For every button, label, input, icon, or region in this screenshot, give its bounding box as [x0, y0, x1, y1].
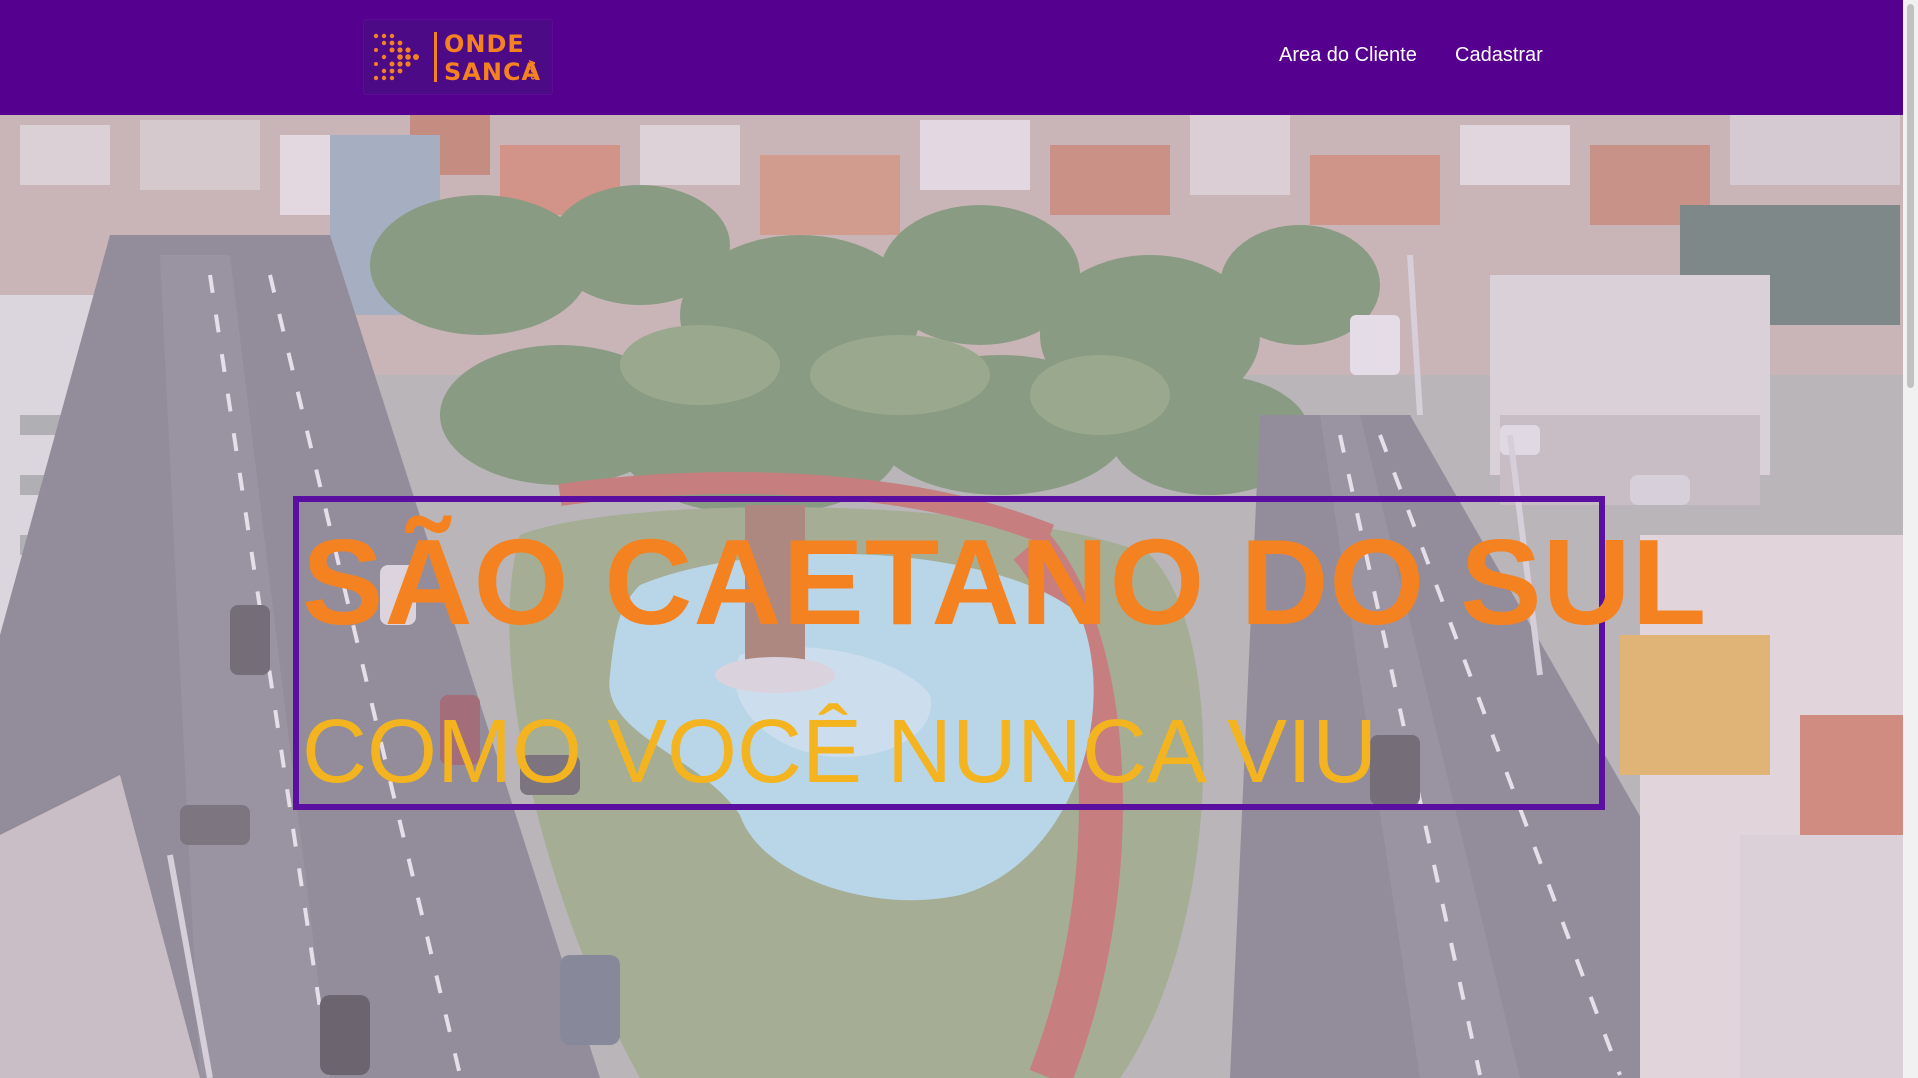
- page: ONDE SANCA APP Area do Cliente Cadastrar: [0, 0, 1918, 1078]
- logo-divider: [434, 32, 437, 82]
- site-header: ONDE SANCA APP Area do Cliente Cadastrar: [0, 0, 1903, 115]
- nav-link-client-area[interactable]: Area do Cliente: [1279, 44, 1417, 67]
- scrollbar-thumb[interactable]: [1907, 4, 1914, 388]
- onde-sanca-logo[interactable]: ONDE SANCA APP: [364, 20, 552, 94]
- page-scrollbar[interactable]: [1903, 0, 1918, 1078]
- logo-app-suffix: APP: [527, 60, 536, 81]
- hero-section: SÃO CAETANO DO SUL COMO VOCÊ NUNCA VIU: [0, 115, 1903, 1078]
- nav-link-register[interactable]: Cadastrar: [1455, 44, 1543, 67]
- hero-subtitle: COMO VOCÊ NUNCA VIU: [302, 702, 1378, 802]
- hero-title: SÃO CAETANO DO SUL: [302, 514, 1708, 650]
- hero-title-box: SÃO CAETANO DO SUL COMO VOCÊ NUNCA VIU: [293, 496, 1706, 810]
- logo-line-1: ONDE: [444, 30, 525, 58]
- dots-arrow-icon: [373, 33, 419, 81]
